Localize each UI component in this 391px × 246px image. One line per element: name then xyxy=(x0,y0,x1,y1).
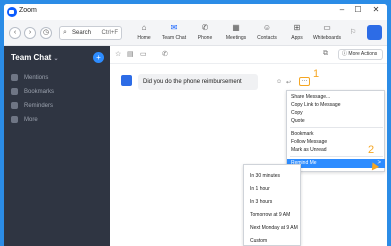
maximize-button[interactable]: ☐ xyxy=(351,5,365,14)
sidebar-item-more[interactable]: More xyxy=(11,116,38,123)
info-icon: ⓘ xyxy=(342,51,348,57)
bookmark-icon xyxy=(11,88,18,95)
forward-button[interactable]: › xyxy=(24,27,36,39)
phone-icon: ✆ xyxy=(201,23,209,32)
sidebar-item-label: Reminders xyxy=(24,102,54,109)
remind-option-1-hour[interactable]: In 1 hour xyxy=(250,186,270,192)
mentions-icon xyxy=(11,74,18,81)
nav-phone[interactable]: ✆ Phone xyxy=(190,23,220,41)
video-icon[interactable]: ▭ xyxy=(140,50,147,58)
nav-label: Whiteboards xyxy=(312,35,342,41)
sidebar-item-label: More xyxy=(24,116,38,123)
more-icon xyxy=(11,116,18,123)
apps-icon: ⊞ xyxy=(293,23,301,32)
phone-call-icon[interactable]: ✆ xyxy=(162,50,168,58)
remind-option-tomorrow[interactable]: Tomorrow at 9 AM xyxy=(250,212,290,218)
sidebar-item-label: Bookmarks xyxy=(24,88,55,95)
remind-option-custom[interactable]: Custom xyxy=(250,238,267,244)
zoom-logo-icon xyxy=(7,7,17,17)
search-box[interactable]: ⌕ Search Ctrl+F xyxy=(59,26,122,40)
meetings-icon: ▦ xyxy=(232,23,240,32)
more-actions-label: More Actions xyxy=(348,51,378,57)
nav-whiteboards[interactable]: ▭ Whiteboards xyxy=(312,23,342,41)
menu-item-copy[interactable]: Copy xyxy=(287,109,385,117)
new-chat-button[interactable]: + xyxy=(93,52,104,63)
remind-option-next-monday[interactable]: Next Monday at 9 AM xyxy=(250,225,298,231)
back-button[interactable]: ‹ xyxy=(9,27,21,39)
message-bubble[interactable]: Did you do the phone reimbursement xyxy=(138,74,258,90)
more-actions-button[interactable]: ⓘ More Actions xyxy=(338,49,383,60)
menu-divider xyxy=(290,127,383,128)
reply-icon[interactable]: ↩ xyxy=(286,79,291,86)
remind-option-30-minutes[interactable]: In 30 minutes xyxy=(250,173,280,179)
menu-item-bookmark[interactable]: Bookmark xyxy=(287,130,385,138)
more-options-button[interactable]: ··· xyxy=(299,77,310,86)
nav-contacts[interactable]: ☺ Contacts xyxy=(252,23,282,41)
nav-label: Team Chat xyxy=(161,35,187,41)
contacts-icon: ☺ xyxy=(262,23,272,32)
avatar[interactable] xyxy=(367,25,382,40)
search-icon: ⌕ xyxy=(63,29,67,36)
share-screen-icon[interactable]: ⧉ xyxy=(323,50,328,58)
sidebar-title-text: Team Chat xyxy=(11,53,52,62)
search-shortcut: Ctrl+F xyxy=(101,30,119,36)
star-icon[interactable]: ☆ xyxy=(115,50,121,58)
nav-label: Phone xyxy=(197,35,213,41)
pin-icon[interactable]: ▤ xyxy=(127,50,134,58)
sidebar-item-bookmarks[interactable]: Bookmarks xyxy=(11,88,54,95)
whiteboards-icon: ▭ xyxy=(323,23,331,32)
message-context-menu: Share Message... Copy Link to Message Co… xyxy=(286,90,385,172)
sidebar-item-mentions[interactable]: Mentions xyxy=(11,74,48,81)
minimize-button[interactable]: – xyxy=(335,5,349,14)
sidebar-item-label: Mentions xyxy=(24,74,49,81)
reminders-icon xyxy=(11,102,18,109)
nav-label: Home xyxy=(137,35,151,41)
nav-meetings[interactable]: ▦ Meetings xyxy=(221,23,251,41)
menu-divider xyxy=(290,156,383,157)
step-annotation-1: 1 xyxy=(313,68,320,80)
nav-label: Apps xyxy=(291,35,303,41)
sidebar-title[interactable]: Team Chat ⌄ xyxy=(11,53,59,62)
close-button[interactable]: ✕ xyxy=(369,5,383,14)
chat-header: ☆ ▤ ▭ ✆ ⧉ ⓘ More Actions xyxy=(110,46,387,64)
notification-icon[interactable]: ⚐ xyxy=(350,28,356,36)
nav-team-chat[interactable]: ✉ Team Chat xyxy=(159,23,189,41)
menu-item-quote[interactable]: Quote xyxy=(287,117,385,125)
chat-icon: ✉ xyxy=(170,23,178,32)
app-title: Zoom xyxy=(19,7,37,14)
sidebar: Team Chat ⌄ + Mentions Bookmarks Reminde… xyxy=(4,46,110,246)
history-button[interactable]: ◷ xyxy=(40,27,52,39)
top-toolbar: ‹ › ◷ ⌕ Search Ctrl+F ⌂ Home ✉ Team Chat… xyxy=(4,20,387,46)
menu-item-copy-link[interactable]: Copy Link to Message xyxy=(287,101,385,109)
menu-item-share-message[interactable]: Share Message... xyxy=(287,93,385,101)
search-label: Search xyxy=(72,30,92,36)
zoom-window: Zoom – ☐ ✕ ‹ › ◷ ⌕ Search Ctrl+F ⌂ Home … xyxy=(4,4,387,246)
nav-home[interactable]: ⌂ Home xyxy=(129,23,159,41)
reaction-icon[interactable]: ☺ xyxy=(276,79,282,85)
nav-label: Meetings xyxy=(225,35,247,41)
sidebar-item-reminders[interactable]: Reminders xyxy=(11,102,53,109)
remind-option-3-hours[interactable]: In 3 hours xyxy=(250,199,272,205)
title-bar: Zoom – ☐ ✕ xyxy=(4,4,387,20)
nav-apps[interactable]: ⊞ Apps xyxy=(282,23,312,41)
avatar[interactable] xyxy=(121,75,132,86)
home-icon: ⌂ xyxy=(141,23,147,32)
nav-label: Contacts xyxy=(257,35,277,41)
chevron-down-icon: ⌄ xyxy=(53,56,59,62)
step-annotation-2: 2 xyxy=(368,144,375,156)
remind-me-submenu: In 30 minutes In 1 hour In 3 hours Tomor… xyxy=(243,164,301,246)
